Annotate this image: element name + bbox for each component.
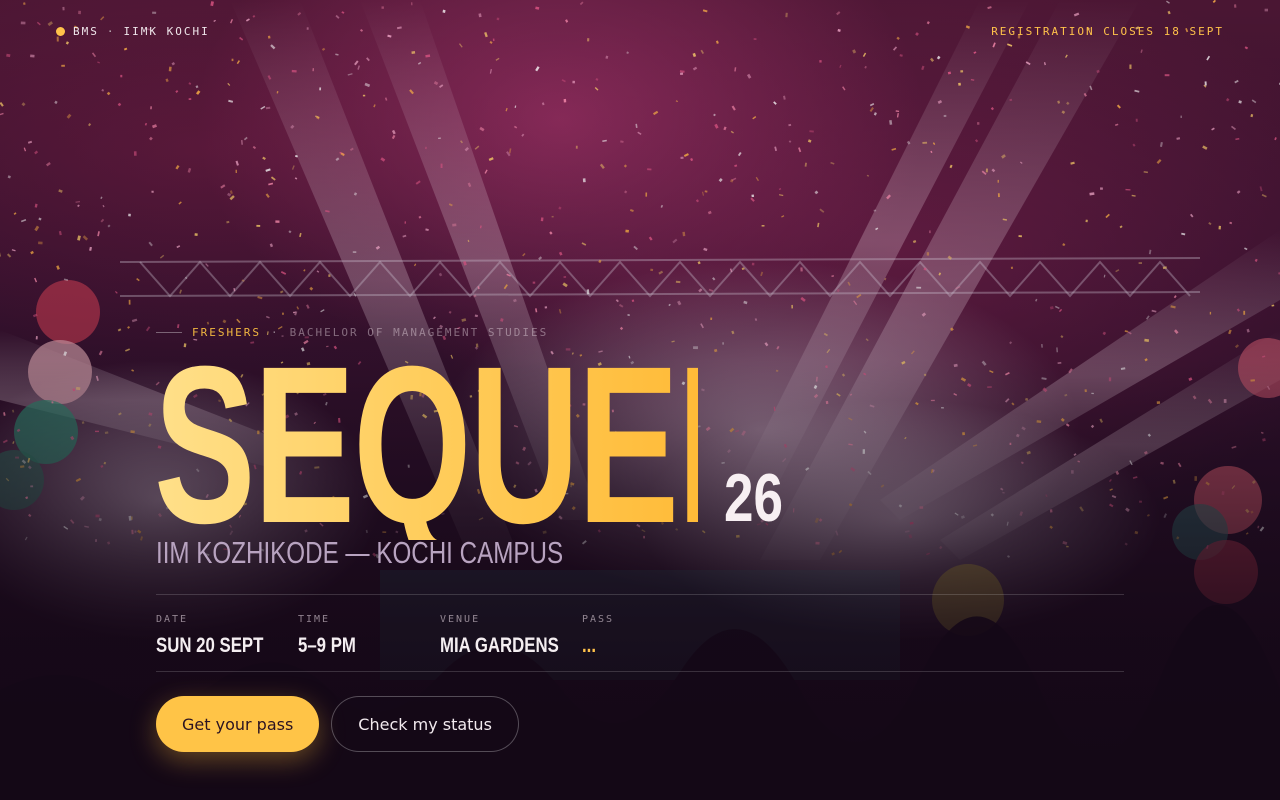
detail-time: TIME 5–9 PM: [298, 614, 440, 671]
event-year: 26: [724, 460, 783, 536]
detail-label: PASS: [582, 614, 615, 625]
hero-actions: Get your pass Check my status: [156, 696, 519, 752]
event-details: DATE SUN 20 SEPT TIME 5–9 PM VENUE MIA G…: [156, 594, 1124, 672]
detail-date: DATE SUN 20 SEPT: [156, 614, 298, 671]
detail-label: VENUE: [440, 614, 481, 625]
detail-label: TIME: [298, 614, 331, 625]
detail-value: ...: [582, 634, 597, 657]
event-title: SEQUEL: [154, 320, 770, 570]
check-status-button[interactable]: Check my status: [331, 696, 519, 752]
get-pass-button[interactable]: Get your pass: [156, 696, 320, 752]
top-bar: BMS · IIMK KOCHI REGISTRATION CLOSES 18 …: [56, 22, 1224, 40]
brand-secondary: IIMK KOCHI: [123, 24, 210, 38]
detail-value: SUN 20 SEPT: [156, 634, 264, 657]
detail-label: DATE: [156, 614, 189, 625]
registration-deadline: REGISTRATION CLOSES 18 SEPT: [991, 24, 1224, 38]
detail-value: 5–9 PM: [298, 634, 356, 657]
brand: BMS · IIMK KOCHI: [56, 25, 210, 38]
brand-separator: ·: [106, 24, 116, 38]
brand-primary: BMS: [73, 24, 99, 38]
hero-title-block: SEQUEL 26: [154, 320, 954, 570]
detail-venue: VENUE MIA GARDENS: [440, 614, 582, 671]
status-dot-icon: [56, 26, 65, 36]
detail-pass: PASS ...: [582, 614, 724, 671]
detail-value: MIA GARDENS: [440, 634, 559, 657]
campus-subtitle: IIM KOZHIKODE — KOCHI CAMPUS: [156, 535, 564, 570]
